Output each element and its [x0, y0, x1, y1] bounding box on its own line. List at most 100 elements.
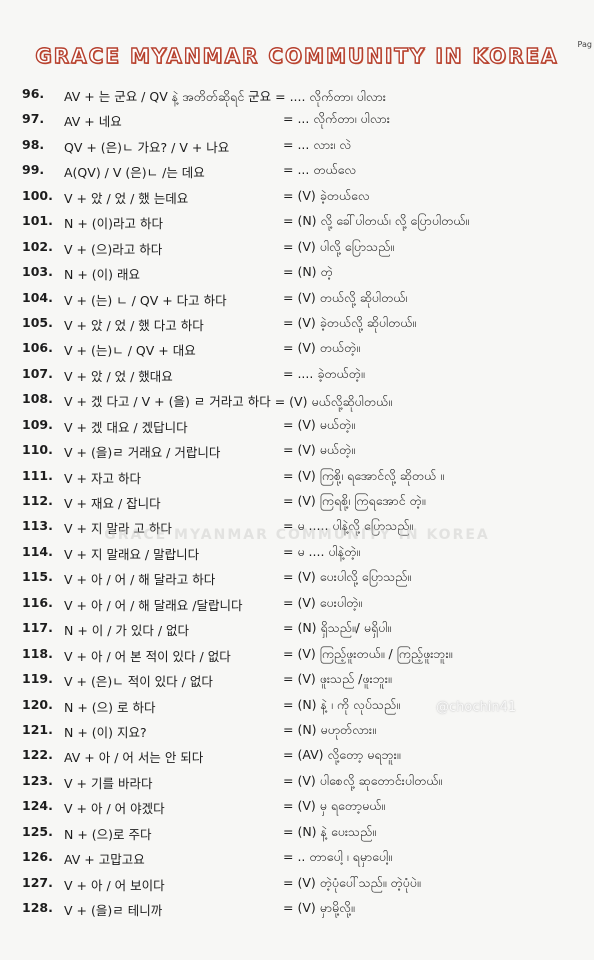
list-item: 114. V + 지 말래요 / 말랍니다 = မ .... ပါနဲ့တဲ့။	[0, 540, 594, 565]
grammar-meaning: = ... လိုက်တာ၊ ပါလား	[283, 111, 390, 127]
grammar-form: AV + 고맙고요	[64, 852, 145, 868]
list-item: 103. N + (이) 래요 = (N) တဲ့	[0, 260, 594, 285]
item-number: 123.	[22, 772, 53, 788]
grammar-meaning: = (V) မယ်တဲ့။	[283, 442, 355, 458]
grammar-form: AV + 아 / 어 서는 안 되다	[64, 750, 204, 766]
grammar-meaning: = (V) ပါလို့ ပြောသည်။	[283, 238, 395, 254]
grammar-form: V + 아 / 어 보이다	[64, 877, 165, 893]
grammar-form: V + (는) ㄴ / QV + 다고 하다	[64, 292, 227, 308]
grammar-meaning: = (V) မှ ရတော့မယ်။	[283, 798, 386, 814]
list-item: 122. AV + 아 / 어 서는 안 되다 = (AV) လို့တော့ မရ…	[0, 743, 594, 768]
grammar-form: N + (으)로 주다	[64, 826, 152, 842]
page-label: Pag	[577, 40, 592, 49]
grammar-meaning: = (V) ပါစေလို့ ဆုတောင်းပါတယ်။	[283, 772, 443, 788]
grammar-meaning: = (N) လို့ ခေါ်ပါတယ်၊ လို့ ပြောပါတယ်။	[283, 213, 470, 229]
list-item: 100. V + 았 / 었 / 했 는데요 = (V) ခဲ့တယ်လေ	[0, 184, 594, 209]
item-number: 113.	[22, 518, 53, 534]
grammar-meaning: = (N) မဟုတ်လား။	[283, 721, 376, 737]
grammar-meaning: = (V) ဖူးသည် /ဖူးဘူး။	[283, 671, 392, 687]
item-number: 124.	[22, 798, 53, 814]
grammar-meaning: = ... တယ်လေ	[283, 162, 357, 178]
list-item: 113. V + 지 말라 고 하다 = မ ..... ပါနဲ့လို့ ပြေ…	[0, 514, 594, 539]
grammar-form: N + (이)라고 하다	[64, 216, 163, 232]
list-item: 123. V + 기를 바라다 = (V) ပါစေလို့ ဆုတောင်းပါတ…	[0, 769, 594, 794]
item-number: 99.	[22, 162, 45, 178]
grammar-form: V + 아 / 어 / 해 달라고 하다	[64, 572, 216, 588]
list-item: 127. V + 아 / 어 보이다 = (V) တဲ့ပုံပေါ်သည်။ တဲ…	[0, 871, 594, 896]
grammar-meaning: = (V) မှာမို့လို့။	[283, 900, 355, 915]
grammar-meaning: = (V) ကြစို့၊ ရအောင်လို့ ဆိုတယ် ။	[283, 467, 444, 483]
item-number: 104.	[22, 289, 53, 305]
list-item: 128. V + (을)ㄹ 테니까 = (V) မှာမို့လို့။	[0, 896, 594, 921]
list-item: 110. V + (을)ㄹ 거래요 / 거랍니다 = (V) မယ်တဲ့။	[0, 438, 594, 463]
item-number: 106.	[22, 340, 53, 356]
grammar-form: V + 재요 / 잡니다	[64, 496, 161, 511]
credit-watermark: @chochin41	[436, 700, 517, 715]
item-number: 128.	[22, 900, 53, 915]
list-item: 109. V + 겠 대요 / 겠답니다 = (V) မယ်တဲ့။	[0, 413, 594, 438]
list-item: 106. V + (는)ㄴ / QV + 대요 = (V) တယ်တဲ့။	[0, 336, 594, 361]
item-number: 116.	[22, 594, 53, 610]
grammar-meaning: = (N) တဲ့	[283, 264, 333, 280]
list-item: 117. N + 이 / 가 있다 / 없다 = (N) ရှိသည်။/ မရှိ…	[0, 616, 594, 641]
grammar-form: QV + (은)ㄴ 가요? / V + 나요	[64, 139, 230, 155]
list-item: 115. V + 아 / 어 / 해 달라고 하다 = (V) ပေးပါလို့ …	[0, 565, 594, 590]
grammar-form: V + 기를 바라다	[64, 775, 153, 791]
item-number: 126.	[22, 849, 53, 865]
item-number: 107.	[22, 365, 53, 381]
item-number: 108.	[22, 391, 53, 407]
item-number: 96.	[22, 86, 45, 101]
grammar-meaning: = မ .... ပါနဲ့တဲ့။	[283, 543, 361, 559]
list-item: 118. V + 아 / 어 본 적이 있다 / 없다 = (V) ကြည့်ဖူး…	[0, 642, 594, 667]
list-item: 119. V + (은)ㄴ 적이 있다 / 없다 = (V) ဖူးသည် /ဖူး…	[0, 667, 594, 692]
grammar-meaning: = (V) ခဲ့တယ်လေ	[283, 187, 370, 203]
item-number: 98.	[22, 136, 45, 152]
grammar-form: V + 았 / 었 / 했 는데요	[64, 190, 189, 206]
grammar-form: V + 지 말라 고 하다	[64, 521, 172, 537]
grammar-form: V + (으)라고 하다	[64, 241, 163, 257]
list-item: 101. N + (이)라고 하다 = (N) လို့ ခေါ်ပါတယ်၊ လိ…	[0, 209, 594, 234]
list-item: 125. N + (으)로 주다 = (N) နဲ့ ပေးသည်။	[0, 820, 594, 845]
grammar-list: 96. AV + 는 군요 / QV နဲ့ အတိတ်ဆိုရင် 군요 = .…	[0, 82, 594, 921]
grammar-form: V + 겠 다고 / V + (을) ㄹ 거라고 하다 = (V) မယ်လို…	[64, 394, 392, 410]
grammar-meaning: = (N) ရှိသည်။/ မရှိပါ။	[283, 620, 392, 636]
grammar-form: V + 았 / 었 / 했대요	[64, 368, 173, 384]
grammar-meaning: = (V) မယ်တဲ့။	[283, 416, 355, 432]
list-item: 107. V + 았 / 었 / 했대요 = .... ခဲ့တယ်တဲ့။	[0, 362, 594, 387]
item-number: 101.	[22, 213, 53, 229]
item-number: 120.	[22, 696, 53, 712]
list-item: 96. AV + 는 군요 / QV နဲ့ အတိတ်ဆိုရင် 군요 = .…	[0, 82, 594, 107]
grammar-meaning: = (V) တယ်တဲ့။	[283, 340, 360, 356]
grammar-form: V + 아 / 어 본 적이 있다 / 없다	[64, 648, 231, 664]
grammar-form: V + (은)ㄴ 적이 있다 / 없다	[64, 674, 213, 690]
item-number: 111.	[22, 467, 53, 483]
list-item: 102. V + (으)라고 하다 = (V) ပါလို့ ပြောသည်။	[0, 235, 594, 260]
list-item: 104. V + (는) ㄴ / QV + 다고 하다 = (V) တယ်လို့ …	[0, 286, 594, 311]
grammar-form: A(QV) / V (은)ㄴ /는 데요	[64, 165, 205, 181]
grammar-form: V + (을)ㄹ 거래요 / 거랍니다	[64, 445, 221, 461]
item-number: 109.	[22, 416, 53, 432]
item-number: 100.	[22, 187, 53, 203]
item-number: 114.	[22, 543, 53, 559]
document-page: GRACE MYANMAR COMMUNITY IN KOREA Pag 96.…	[0, 0, 594, 960]
grammar-meaning: = (N) နဲ့ ပေးသည်။	[283, 823, 377, 839]
item-number: 112.	[22, 493, 53, 508]
item-number: 117.	[22, 620, 53, 636]
grammar-meaning: = (V) တယ်လို့ ဆိုပါတယ်၊	[283, 289, 408, 305]
list-item: 126. AV + 고맙고요 = .. တာပေါ့ ၊ ရမှာပေါ့။	[0, 845, 594, 870]
grammar-form: N + (이) 지요?	[64, 724, 147, 740]
item-number: 122.	[22, 747, 53, 763]
grammar-meaning: = ... လား၊ လဲ	[283, 136, 352, 152]
grammar-meaning: = (V) ပေးပါတဲ့။	[283, 594, 363, 610]
item-number: 97.	[22, 111, 45, 127]
list-item: 121. N + (이) 지요? = (N) မဟုတ်လား။	[0, 718, 594, 743]
grammar-form: N + (으) 로 하다	[64, 699, 156, 715]
list-item: 98. QV + (은)ㄴ 가요? / V + 나요 = ... လား၊ လဲ	[0, 133, 594, 158]
item-number: 119.	[22, 671, 53, 687]
grammar-form: V + 아 / 어 / 해 달래요 /달랍니다	[64, 597, 243, 613]
grammar-meaning: = (N) နဲ့ ၊ ကို လုပ်သည်။	[283, 696, 400, 712]
item-number: 105.	[22, 314, 53, 330]
item-number: 121.	[22, 721, 53, 737]
item-number: 110.	[22, 442, 53, 458]
grammar-meaning: = (AV) လို့တော့ မရဘူး။	[283, 747, 401, 763]
